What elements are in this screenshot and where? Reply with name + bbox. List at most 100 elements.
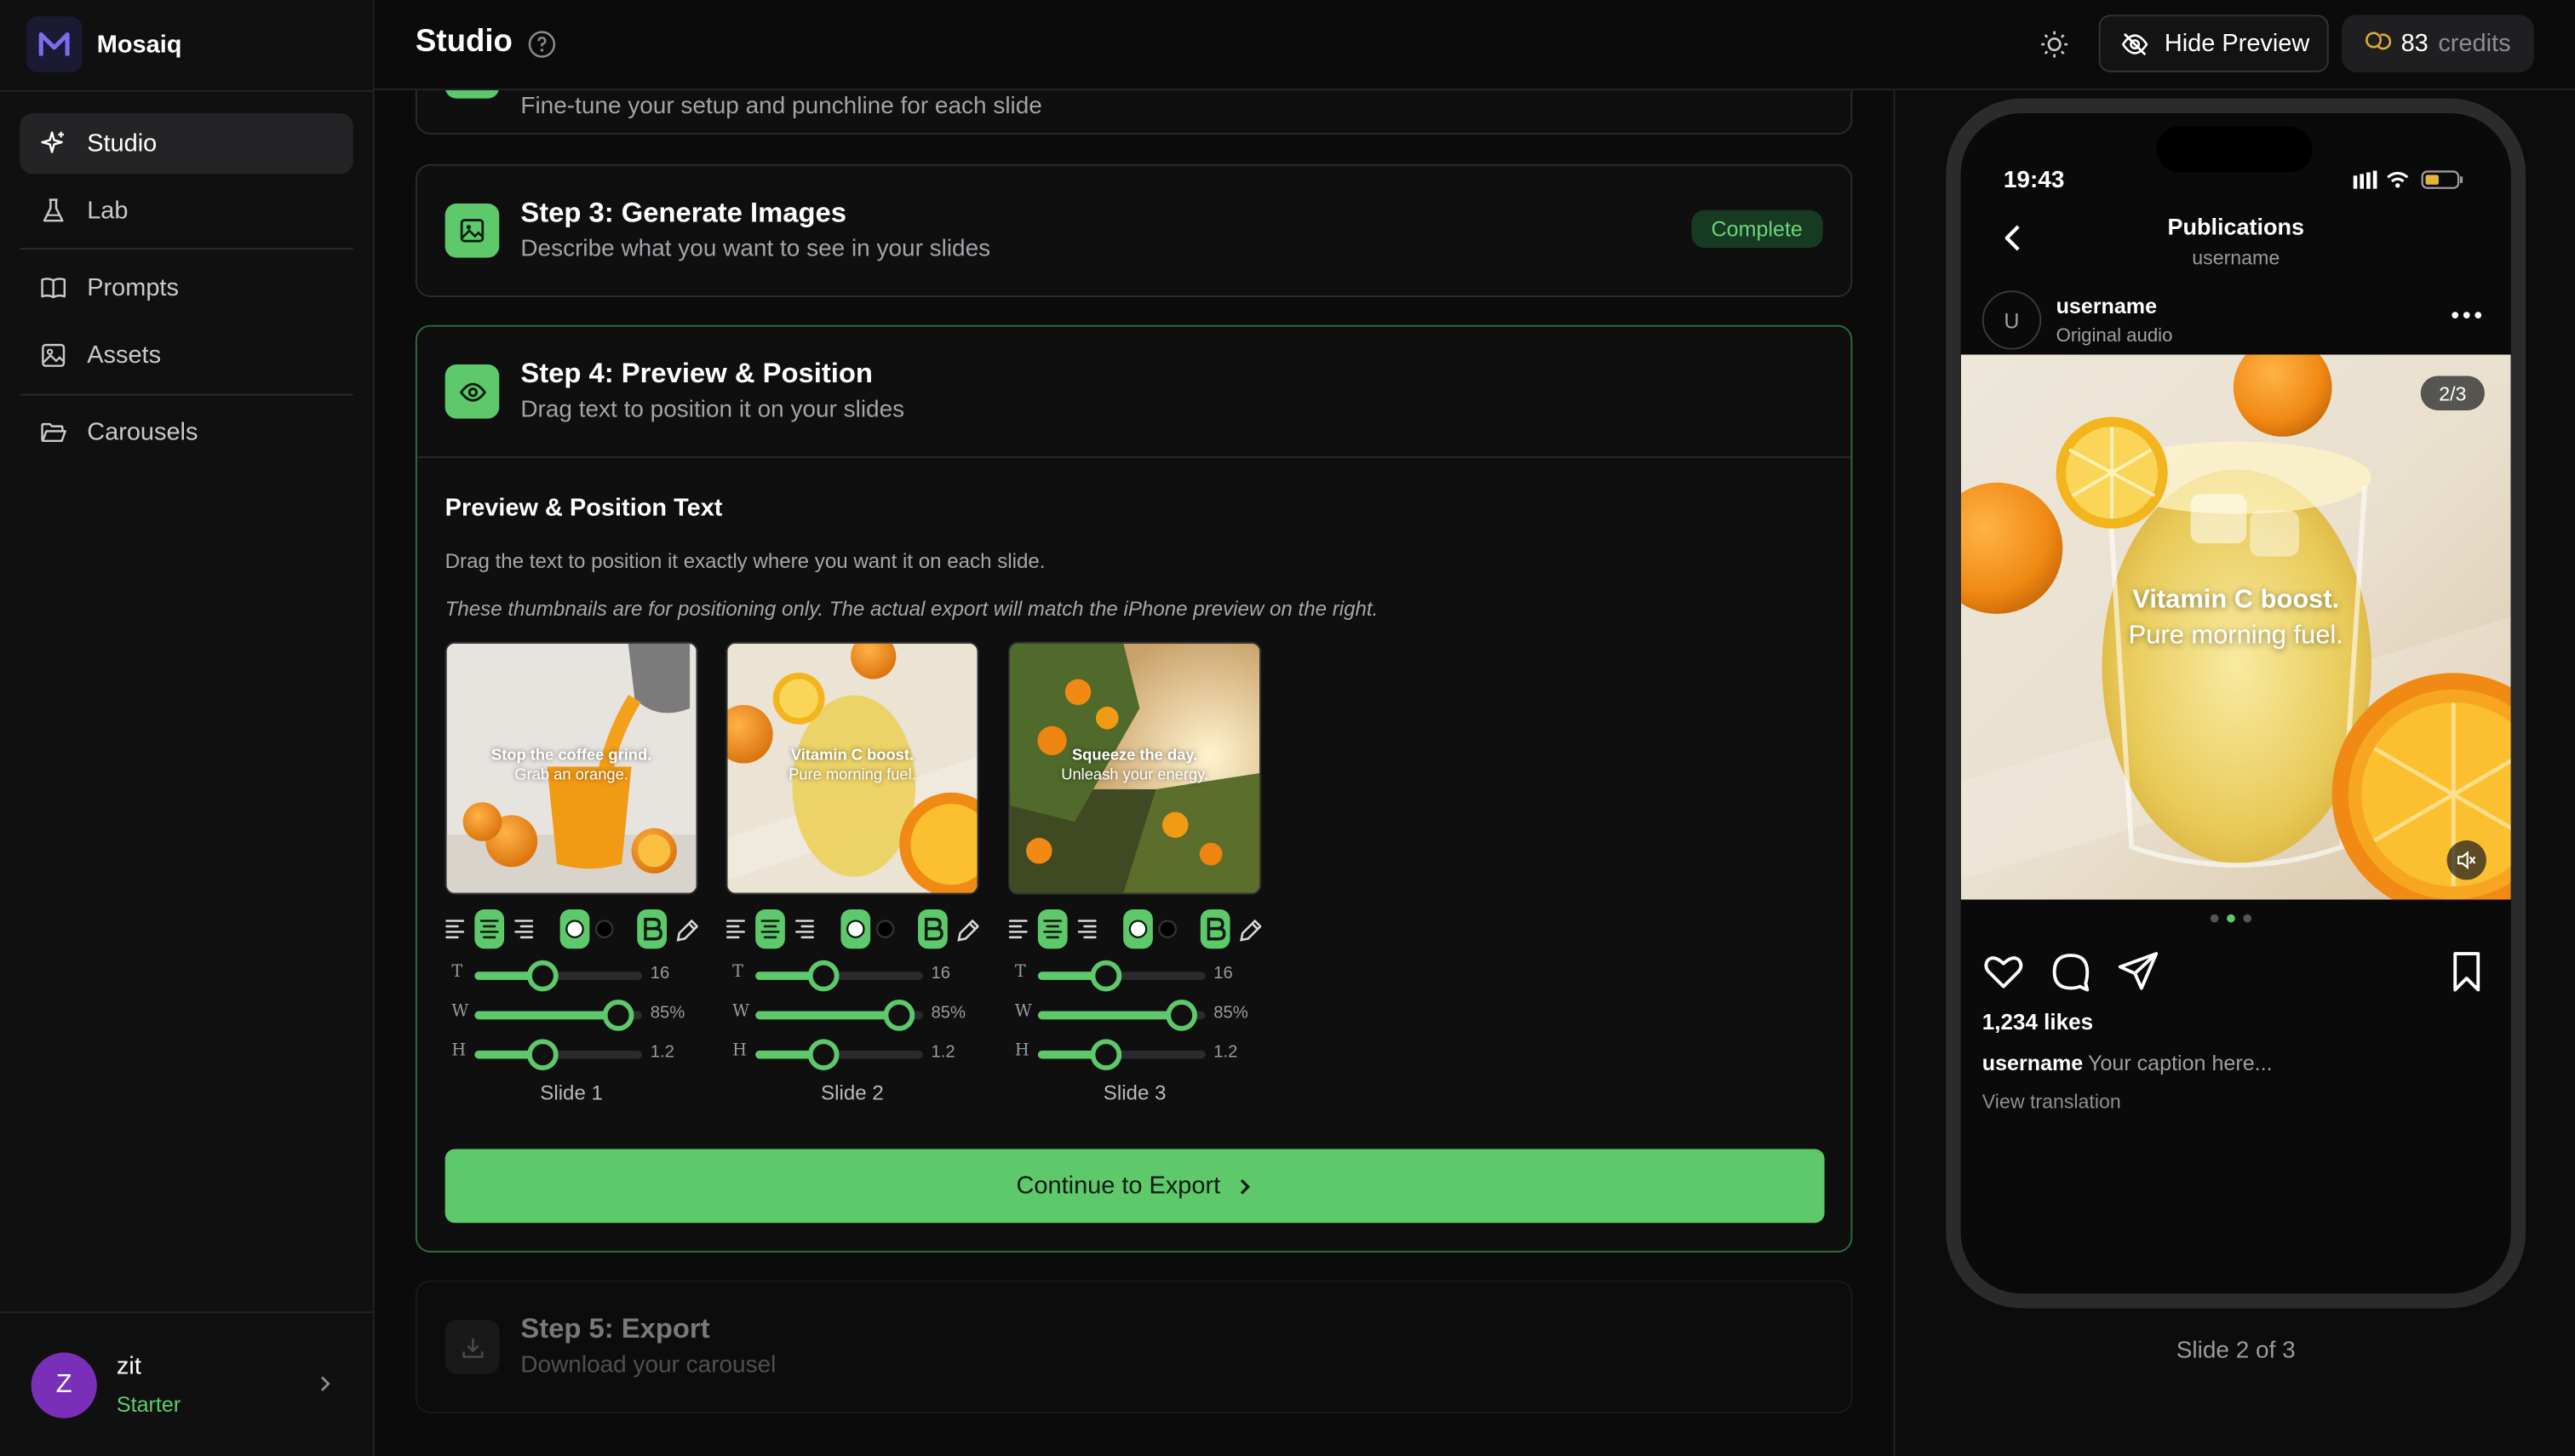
slider-handle[interactable] — [882, 1000, 915, 1031]
slider-track[interactable] — [1037, 1039, 1206, 1070]
align-center-icon[interactable] — [474, 909, 505, 949]
carousel-dot[interactable] — [2227, 914, 2235, 923]
continue-to-export-button[interactable]: Continue to Export — [444, 1149, 1825, 1224]
align-right-icon[interactable] — [790, 909, 820, 949]
black-color-swatch[interactable] — [589, 909, 619, 949]
section-subtext: Drag the text to position it exactly whe… — [444, 549, 1046, 573]
step-3-card[interactable]: Step 3: Generate Images Describe what yo… — [415, 163, 1853, 297]
bold-icon[interactable] — [918, 909, 948, 949]
credits-badge[interactable]: 83 credits — [2342, 14, 2534, 72]
black-color-swatch[interactable] — [870, 909, 900, 949]
pencil-icon[interactable] — [951, 909, 981, 949]
help-icon[interactable] — [527, 30, 557, 60]
align-left-icon[interactable] — [721, 909, 751, 949]
line-height-slider: H 1.2 — [445, 1039, 698, 1070]
sidebar-item-lab[interactable]: Lab — [20, 181, 353, 241]
slider-handle[interactable] — [526, 960, 559, 992]
slider-track[interactable] — [1037, 960, 1206, 992]
align-right-icon[interactable] — [1072, 909, 1102, 949]
bold-icon[interactable] — [637, 909, 667, 949]
eye-off-icon — [2121, 32, 2148, 55]
view-translation-link[interactable]: View translation — [1982, 1090, 2121, 1113]
bookmark-icon[interactable] — [2448, 950, 2484, 993]
sidebar-item-studio[interactable]: Studio — [20, 113, 353, 175]
slider-handle[interactable] — [526, 1039, 559, 1070]
slider-handle[interactable] — [807, 960, 840, 992]
slider-label: T — [451, 963, 463, 982]
step-4-card: Step 4: Preview & Position Drag text to … — [415, 324, 1853, 1253]
slider-track[interactable] — [755, 1000, 923, 1031]
hide-preview-button[interactable]: Hide Preview — [2098, 14, 2329, 72]
slider-track[interactable] — [755, 960, 923, 992]
sidebar-item-carousels[interactable]: Carousels — [20, 402, 353, 462]
step-2-icon — [444, 90, 500, 99]
line-height-slider: H 1.2 — [725, 1039, 978, 1070]
slider-track[interactable] — [1037, 1000, 1206, 1031]
black-color-swatch[interactable] — [1153, 909, 1183, 949]
chevron-right-icon — [320, 1376, 330, 1391]
align-left-icon[interactable] — [440, 909, 470, 949]
pencil-icon[interactable] — [670, 909, 700, 949]
align-center-icon[interactable] — [1037, 909, 1068, 949]
slider-track[interactable] — [474, 1000, 643, 1031]
white-color-swatch[interactable] — [840, 909, 871, 949]
slider-track[interactable] — [474, 1039, 643, 1070]
sidebar-item-label: Assets — [87, 341, 162, 370]
slider-handle[interactable] — [807, 1039, 840, 1070]
bold-icon[interactable] — [1200, 909, 1230, 949]
comment-icon[interactable] — [2050, 950, 2092, 993]
likes-count: 1,234 likes — [1981, 1009, 2094, 1035]
sidebar-item-assets[interactable]: Assets — [20, 325, 353, 386]
slider-value: 85% — [1213, 1002, 1248, 1023]
align-left-icon[interactable] — [1003, 909, 1033, 949]
brand[interactable]: Mosaiq — [26, 16, 182, 72]
carousel-dot[interactable] — [2210, 914, 2219, 923]
slide-status: Slide 2 of 3 — [2176, 1338, 2296, 1365]
share-icon[interactable] — [2117, 950, 2159, 993]
slide-overlay-text[interactable]: Vitamin C boost. Pure morning fuel. — [1961, 586, 2511, 651]
text-toolbar — [725, 909, 981, 949]
draggable-slide-text[interactable]: Vitamin C boost. Pure morning fuel. — [725, 747, 978, 786]
sun-icon[interactable] — [2038, 28, 2071, 61]
heart-icon[interactable] — [1982, 950, 2025, 993]
pencil-icon[interactable] — [1233, 909, 1263, 949]
post-actions — [1961, 950, 2511, 993]
phone-page-title: Publications — [2167, 213, 2304, 240]
step-2-card[interactable]: Fine-tune your setup and punchline for e… — [415, 90, 1853, 135]
user-menu[interactable]: Z zit Starter — [0, 1311, 375, 1456]
white-color-swatch[interactable] — [559, 909, 590, 949]
slider-handle[interactable] — [1090, 1039, 1121, 1070]
image-icon — [42, 343, 66, 367]
more-icon[interactable] — [2450, 308, 2483, 321]
step-4-description: Drag text to position it on your slides — [520, 397, 905, 424]
brand-name: Mosaiq — [96, 30, 182, 59]
step-5-card[interactable]: Step 5: Export Download your carousel — [415, 1280, 1853, 1413]
slider-value: 85% — [931, 1002, 966, 1023]
phone-page-subtitle: username — [2192, 246, 2280, 270]
sidebar-item-prompts[interactable]: Prompts — [20, 258, 353, 318]
slide-counter: 2/3 — [2420, 375, 2485, 410]
white-color-swatch[interactable] — [1123, 909, 1153, 949]
slider-value: 85% — [650, 1002, 685, 1023]
slider-track[interactable] — [755, 1039, 923, 1070]
slider-track[interactable] — [474, 960, 643, 992]
mute-icon[interactable] — [2446, 840, 2486, 880]
draggable-slide-text[interactable]: Stop the coffee grind. Grab an orange. — [445, 747, 698, 786]
draggable-slide-text[interactable]: Squeeze the day. Unleash your energy. — [1008, 747, 1261, 786]
slider-handle[interactable] — [1090, 960, 1121, 992]
overlay-line-2: Pure morning fuel. — [2128, 622, 2343, 651]
slider-value: 1.2 — [650, 1042, 674, 1063]
slide-label: Slide 2 — [821, 1081, 884, 1105]
align-right-icon[interactable] — [509, 909, 539, 949]
book-icon — [41, 278, 66, 299]
slider-handle[interactable] — [1165, 1000, 1197, 1031]
step-3-description: Describe what you want to see in your sl… — [520, 236, 991, 263]
slider-handle[interactable] — [602, 1000, 634, 1031]
carousel-dot[interactable] — [2243, 914, 2252, 923]
step-5-title: Step 5: Export — [520, 1313, 710, 1344]
folder-icon — [41, 422, 66, 443]
align-center-icon[interactable] — [755, 909, 785, 949]
slide-thumbnail: Squeeze the day. Unleash your energy. T 16 W… — [1008, 641, 1263, 1118]
download-icon — [444, 1319, 500, 1374]
slider-label: H — [732, 1042, 747, 1061]
